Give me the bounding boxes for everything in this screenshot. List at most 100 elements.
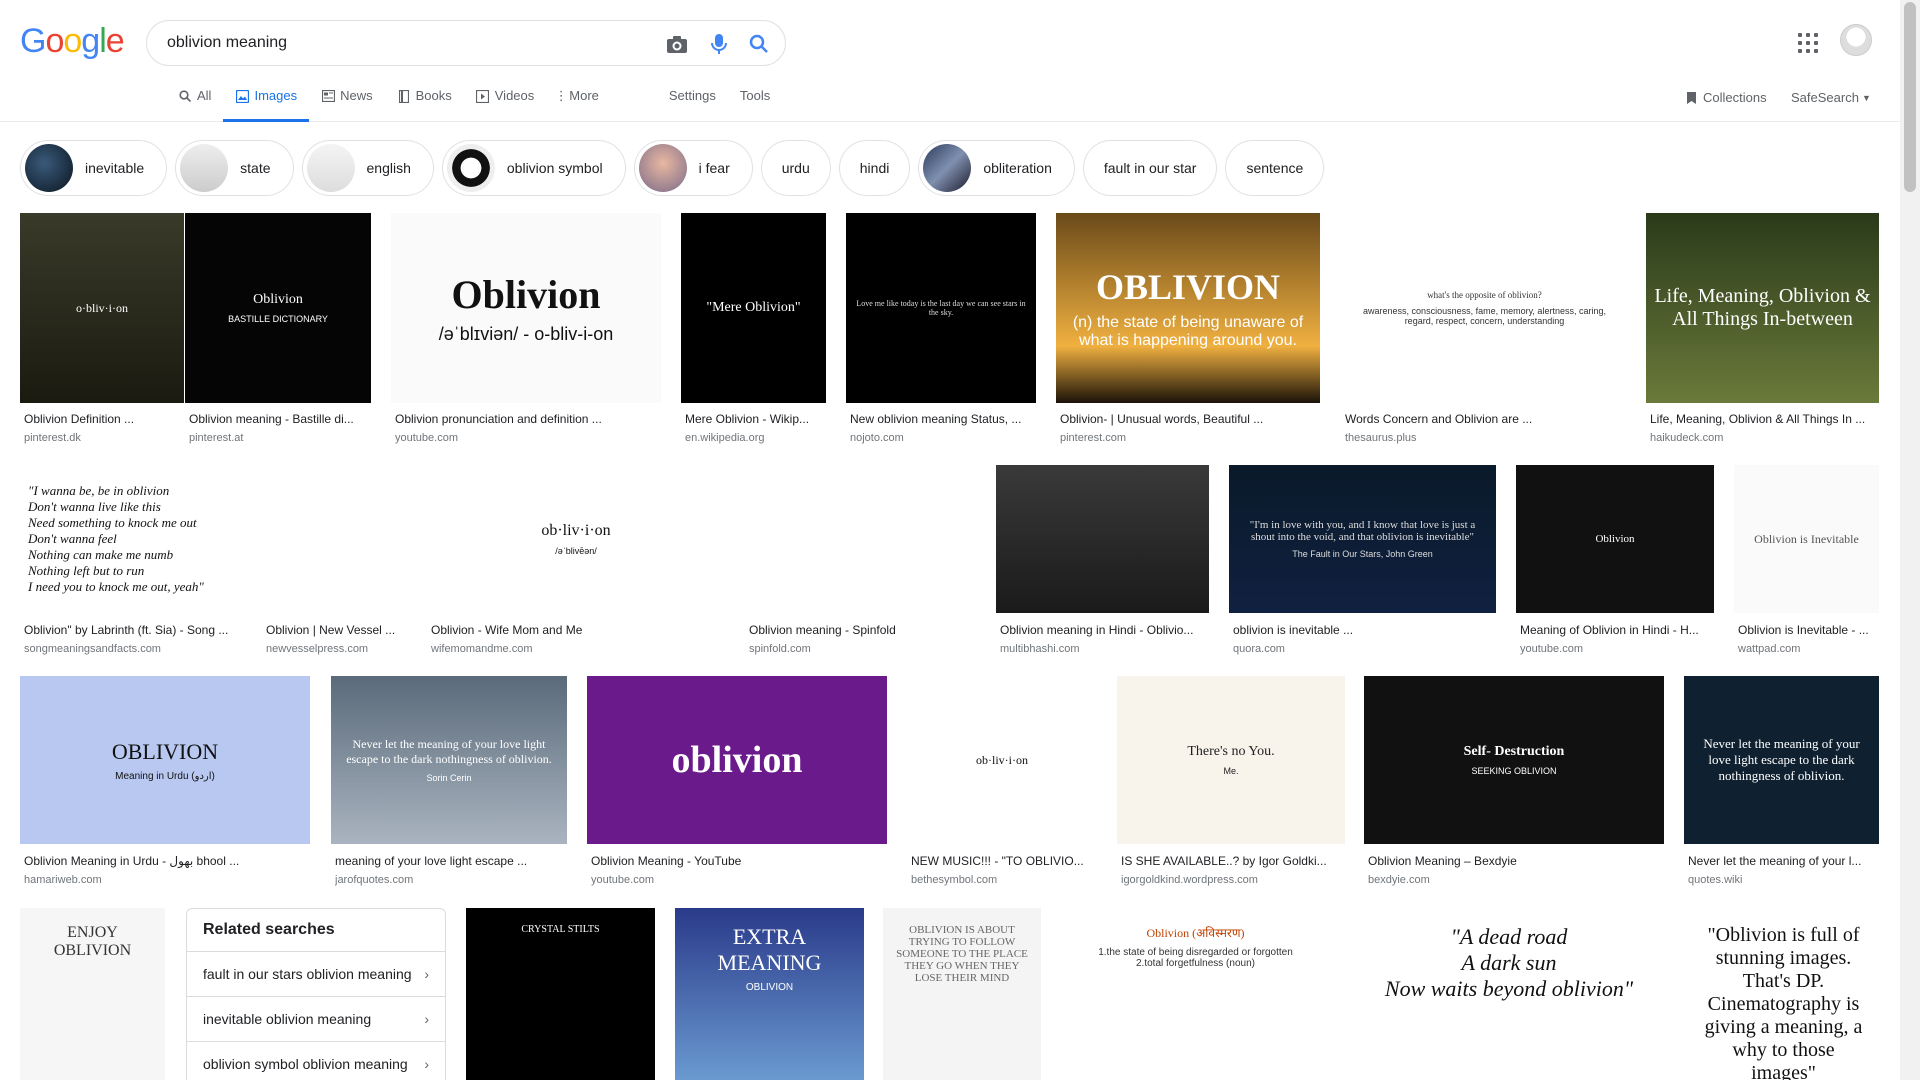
result-title[interactable]: Oblivion meaning - Bastille di...: [189, 412, 371, 426]
safesearch-dropdown[interactable]: SafeSearch ▼: [1791, 90, 1871, 105]
result-thumbnail[interactable]: "I wanna be, be in oblivion Don't wanna …: [20, 465, 242, 613]
image-result[interactable]: "A dead road A dark sun Now waits beyond…: [1349, 908, 1669, 1080]
result-thumbnail[interactable]: Oblivion: [1516, 465, 1714, 613]
result-title[interactable]: Oblivion | New Vessel ...: [266, 623, 407, 637]
camera-icon[interactable]: [665, 32, 689, 56]
image-result[interactable]: Oblivion meaning in Hindi - Oblivio... mu…: [996, 465, 1209, 659]
chip-urdu[interactable]: urdu: [760, 140, 831, 196]
result-thumbnail[interactable]: [745, 465, 976, 613]
result-source[interactable]: bexdyie.com: [1368, 874, 1664, 886]
image-result[interactable]: OBLIVION (n) the state of being unaware o…: [1056, 213, 1320, 448]
tab-images[interactable]: Images: [223, 88, 309, 122]
apps-grid-icon[interactable]: [1796, 31, 1820, 55]
image-result[interactable]: There's no You. Me. IS SHE AVAILABLE..? by…: [1117, 676, 1345, 890]
image-result[interactable]: what's the opposite of oblivion? awarenes…: [1341, 213, 1628, 448]
result-thumbnail[interactable]: Oblivion is Inevitable: [1734, 465, 1879, 613]
result-title[interactable]: meaning of your love light escape ...: [335, 854, 567, 868]
image-result[interactable]: Oblivion (अविस्मरण) 1.the state of being …: [1061, 908, 1330, 1080]
result-title[interactable]: Oblivion Definition ...: [24, 412, 184, 426]
result-title[interactable]: IS SHE AVAILABLE..? by Igor Goldki...: [1121, 854, 1345, 868]
image-result[interactable]: EXTRA MEANING OBLIVION: [675, 908, 864, 1080]
result-thumbnail[interactable]: Never let the meaning of your love light…: [331, 676, 567, 844]
result-thumbnail[interactable]: EXTRA MEANING OBLIVION: [675, 908, 864, 1080]
result-thumbnail[interactable]: OBLIVION (n) the state of being unaware o…: [1056, 213, 1320, 403]
result-thumbnail[interactable]: Life, Meaning, Oblivion & All Things In-…: [1646, 213, 1879, 403]
result-source[interactable]: spinfold.com: [749, 643, 976, 655]
search-input[interactable]: oblivion meaning: [167, 34, 287, 52]
google-logo[interactable]: Google: [20, 22, 125, 61]
result-title[interactable]: Words Concern and Oblivion are ...: [1345, 412, 1628, 426]
result-title[interactable]: Meaning of Oblivion in Hindi - H...: [1520, 623, 1714, 637]
result-title[interactable]: New oblivion meaning Status, ...: [850, 412, 1036, 426]
related-search-item[interactable]: inevitable oblivion meaning ›: [187, 997, 445, 1042]
image-result[interactable]: Love me like today is the last day we ca…: [846, 213, 1036, 448]
result-source[interactable]: en.wikipedia.org: [685, 432, 826, 444]
chip-i-fear[interactable]: i fear: [633, 140, 753, 196]
result-source[interactable]: wifemomandme.com: [431, 643, 725, 655]
result-thumbnail[interactable]: ENJOY OBLIVION: [20, 908, 165, 1080]
result-source[interactable]: youtube.com: [591, 874, 887, 886]
result-source[interactable]: pinterest.dk: [24, 432, 184, 444]
search-icon[interactable]: [747, 32, 771, 56]
result-source[interactable]: igorgoldkind.wordpress.com: [1121, 874, 1345, 886]
result-title[interactable]: Oblivion" by Labrinth (ft. Sia) - Song .…: [24, 623, 242, 637]
result-source[interactable]: songmeaningsandfacts.com: [24, 643, 242, 655]
result-thumbnail[interactable]: ob·liv·i·on/əˈblivēən/: [427, 465, 725, 613]
result-thumbnail[interactable]: Never let the meaning of your love light…: [1684, 676, 1879, 844]
result-title[interactable]: oblivion is inevitable ...: [1233, 623, 1496, 637]
result-title[interactable]: Oblivion meaning in Hindi - Oblivio...: [1000, 623, 1209, 637]
result-thumbnail[interactable]: what's the opposite of oblivion? awarenes…: [1341, 213, 1628, 403]
image-result[interactable]: "I'm in love with you, and I know that l…: [1229, 465, 1496, 659]
scrollbar-thumb[interactable]: [1904, 2, 1916, 192]
collections-link[interactable]: Collections: [1686, 90, 1767, 105]
image-result[interactable]: "Oblivion is full of stunning images. Th…: [1689, 908, 1878, 1080]
result-source[interactable]: youtube.com: [1520, 643, 1714, 655]
image-result[interactable]: Oblivion meaning - Spinfold spinfold.com: [745, 465, 976, 659]
result-source[interactable]: pinterest.com: [1060, 432, 1320, 444]
image-result[interactable]: ENJOY OBLIVION: [20, 908, 165, 1080]
result-title[interactable]: Oblivion Meaning – Bexdyie: [1368, 854, 1664, 868]
result-thumbnail[interactable]: OBLIVION Meaning in Urdu (اردو): [20, 676, 310, 844]
result-thumbnail[interactable]: Oblivion (अविस्मरण) 1.the state of being …: [1061, 908, 1330, 1080]
image-result[interactable]: Life, Meaning, Oblivion & All Things In-…: [1646, 213, 1879, 448]
image-result[interactable]: OBLIVION IS ABOUT TRYING TO FOLLOW SOMEO…: [883, 908, 1041, 1080]
result-thumbnail[interactable]: o·bliv·i·on: [20, 213, 184, 403]
result-title[interactable]: Oblivion- | Unusual words, Beautiful ...: [1060, 412, 1320, 426]
related-search-item[interactable]: oblivion symbol oblivion meaning ›: [187, 1042, 445, 1080]
settings-link[interactable]: Settings: [657, 88, 728, 122]
result-source[interactable]: quotes.wiki: [1688, 874, 1879, 886]
result-thumbnail[interactable]: "A dead road A dark sun Now waits beyond…: [1349, 908, 1669, 1080]
image-result[interactable]: OBLIVION Meaning in Urdu (اردو) Oblivion M…: [20, 676, 310, 890]
result-title[interactable]: Oblivion - Wife Mom and Me: [431, 623, 725, 637]
result-thumbnail[interactable]: [996, 465, 1209, 613]
chip-obliteration[interactable]: obliteration: [918, 140, 1075, 196]
image-result[interactable]: o·bliv·i·on Oblivion Definition ... pinter…: [20, 213, 184, 448]
result-thumbnail[interactable]: ob·liv·i·on: [907, 676, 1097, 844]
result-thumbnail[interactable]: "Oblivion is full of stunning images. Th…: [1689, 908, 1878, 1080]
result-title[interactable]: Never let the meaning of your l...: [1688, 854, 1879, 868]
image-result[interactable]: ob·liv·i·on NEW MUSIC!!! - "TO OBLIVIO...…: [907, 676, 1097, 890]
image-result[interactable]: Never let the meaning of your love light…: [1684, 676, 1879, 890]
result-thumbnail[interactable]: Oblivion/əˈblɪviən/ - o-bliv-i-on: [391, 213, 661, 403]
avatar[interactable]: [1840, 24, 1872, 56]
result-source[interactable]: quora.com: [1233, 643, 1496, 655]
result-title[interactable]: Mere Oblivion - Wikip...: [685, 412, 826, 426]
image-result[interactable]: "I wanna be, be in oblivion Don't wanna …: [20, 465, 242, 659]
tab-more[interactable]: ⋮ More: [546, 88, 611, 122]
result-source[interactable]: wattpad.com: [1738, 643, 1879, 655]
result-source[interactable]: newvesselpress.com: [266, 643, 407, 655]
result-title[interactable]: Oblivion is Inevitable - ...: [1738, 623, 1879, 637]
tab-all[interactable]: All: [166, 88, 223, 122]
chip-english[interactable]: english: [301, 140, 434, 196]
result-thumbnail[interactable]: CRYSTAL STILTS: [466, 908, 655, 1080]
result-source[interactable]: hamariweb.com: [24, 874, 310, 886]
tab-videos[interactable]: Videos: [464, 88, 547, 122]
tab-news[interactable]: News: [309, 88, 385, 122]
chip-inevitable[interactable]: inevitable: [20, 140, 168, 196]
result-thumbnail[interactable]: Self- Destruction SEEKING OBLIVION: [1364, 676, 1664, 844]
result-source[interactable]: haikudeck.com: [1650, 432, 1879, 444]
result-title[interactable]: NEW MUSIC!!! - "TO OBLIVIO...: [911, 854, 1097, 868]
result-thumbnail[interactable]: "I'm in love with you, and I know that l…: [1229, 465, 1496, 613]
result-source[interactable]: bethesymbol.com: [911, 874, 1097, 886]
result-title[interactable]: Oblivion meaning - Spinfold: [749, 623, 976, 637]
